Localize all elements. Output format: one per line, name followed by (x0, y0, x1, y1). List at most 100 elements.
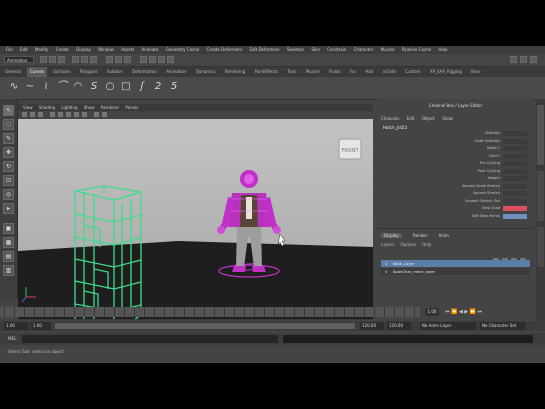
menu-skeleton[interactable]: Skeleton (287, 46, 304, 54)
curve-5-icon[interactable]: 5 (168, 81, 180, 93)
menu-file[interactable]: File (6, 46, 13, 54)
panel-menu-view[interactable]: View (23, 105, 33, 110)
range-slider[interactable] (55, 323, 355, 329)
wireframe-mode-icon[interactable] (58, 112, 63, 117)
menu-character[interactable]: Character (354, 46, 374, 54)
layer-row-mesh[interactable]: V SpanChar_mesh_layer (381, 268, 530, 275)
go-to-start-icon[interactable]: ⏮ (445, 309, 450, 315)
shelf-tab-surfaces[interactable]: Surfaces (50, 67, 73, 77)
tool-settings-toggle-icon[interactable] (530, 56, 537, 63)
layer-tab-render[interactable]: Render (413, 233, 427, 238)
shelf-tab-fluids[interactable]: Fluids (326, 67, 344, 77)
layer-tab-display[interactable]: Display (381, 233, 402, 238)
attribute-value-field[interactable] (503, 213, 527, 219)
isolate-select-icon[interactable] (94, 112, 99, 117)
shelf-tab-custom[interactable]: Custom (402, 67, 423, 77)
mel-label[interactable]: MEL (8, 335, 16, 343)
shelf-tab-rendering[interactable]: Rendering (222, 67, 248, 77)
layer-menu-options[interactable]: Options (401, 242, 416, 247)
play-backwards-icon[interactable]: ◀ (459, 309, 463, 315)
shelf-tab-hair[interactable]: Hair (363, 67, 377, 77)
shelf-tab-polygons[interactable]: Polygons (77, 67, 101, 77)
scene-render[interactable]: FRONT (18, 119, 373, 319)
viewport-3d[interactable]: FRONT (18, 119, 373, 319)
menu-modify[interactable]: Modify (35, 46, 48, 54)
attribute-row[interactable]: Weight (381, 175, 530, 183)
select-tool-icon[interactable]: ↖ (3, 105, 14, 116)
menu-help[interactable]: Help (438, 46, 447, 54)
command-input[interactable] (22, 335, 278, 343)
anim-layer-selector[interactable]: No Anim Layer (420, 322, 476, 330)
manipulator-tool-icon[interactable]: ◎ (3, 189, 14, 200)
channel-menu-object[interactable]: Object (422, 116, 435, 121)
menu-skin[interactable]: Skin (311, 46, 320, 54)
shelf-tab-dynamics[interactable]: Dynamics (193, 67, 219, 77)
channel-menu-edit[interactable]: Edit (407, 116, 415, 121)
render-icon[interactable] (149, 56, 156, 63)
attribute-value-field[interactable] (503, 198, 527, 204)
grid-toggle-icon[interactable] (50, 112, 55, 117)
attribute-row[interactable]: Visibility (381, 130, 530, 138)
menu-muscle[interactable]: Muscle (381, 46, 395, 54)
menu-display[interactable]: Display (76, 46, 91, 54)
shelf-tab-fur[interactable]: Fur (347, 67, 359, 77)
four-view-layout-icon[interactable]: ▦ (3, 237, 14, 248)
layer-tab-anim[interactable]: Anim (439, 233, 449, 238)
character-set-selector[interactable]: No Character Set (480, 322, 526, 330)
current-frame-field[interactable]: 1.00 (425, 308, 439, 316)
panel-menu-lighting[interactable]: Lighting (61, 105, 77, 110)
attribute-value-field[interactable] (503, 131, 527, 136)
layer-menu-layers[interactable]: Layers (381, 242, 394, 247)
attribute-row[interactable]: Stiff Step Points (381, 213, 530, 221)
layer-row-walk[interactable]: V Walk_Layer (381, 260, 530, 267)
lasso-tool-icon[interactable]: ◌ (3, 119, 14, 130)
move-tool-icon[interactable]: ✥ (3, 147, 14, 158)
menu-edit[interactable]: Edit (20, 46, 28, 54)
xray-icon[interactable] (102, 112, 107, 117)
menu-create-deformers[interactable]: Create Deformers (207, 46, 243, 54)
attribute-value-field[interactable] (503, 168, 527, 174)
go-to-end-icon[interactable]: ⏭ (478, 309, 483, 315)
playback-start-field[interactable]: 1.00 (31, 322, 51, 330)
bookmark-icon[interactable] (38, 112, 43, 117)
select-hierarchy-icon[interactable] (72, 56, 79, 63)
ep-curve-icon[interactable]: ∼ (24, 81, 36, 93)
attribute-value-field[interactable] (503, 153, 527, 159)
channel-menu-show[interactable]: Show (442, 116, 453, 121)
step-back-icon[interactable]: ⏪ (451, 309, 457, 315)
shelf-tab-toon[interactable]: Toon (284, 67, 299, 77)
layer-menu-help[interactable]: Help (422, 242, 431, 247)
circle-curve-icon[interactable]: ○ (104, 81, 116, 93)
snap-point-icon[interactable] (124, 56, 131, 63)
snap-grid-icon[interactable] (106, 56, 113, 63)
bezier-curve-icon[interactable]: S (88, 81, 100, 93)
channel-menu-channels[interactable]: Channels (381, 116, 400, 121)
panel-menu-show[interactable]: Show (84, 105, 95, 110)
attribute-row[interactable]: Squash Scale Stretch (381, 183, 530, 191)
menu-edit-deformers[interactable]: Edit Deformers (249, 46, 279, 54)
shelf-tab-painteffects[interactable]: PaintEffects (252, 67, 282, 77)
shelf-tab-muscle[interactable]: Muscle (303, 67, 323, 77)
menu-create[interactable]: Create (56, 46, 69, 54)
attribute-value-field[interactable] (503, 206, 527, 211)
panel-menu-renderer[interactable]: Renderer (101, 105, 119, 110)
shelf-tab-curves[interactable]: Curves (27, 67, 47, 77)
attribute-row[interactable]: Fold Y (381, 153, 530, 161)
paint-select-tool-icon[interactable]: ✎ (3, 133, 14, 144)
playback-end-field[interactable]: 120.00 (360, 322, 384, 330)
attribute-value-field[interactable] (503, 138, 527, 144)
view-cube[interactable]: FRONT (338, 138, 362, 160)
rotate-tool-icon[interactable]: ↻ (3, 161, 14, 172)
layer-visibility-toggle[interactable]: V (385, 269, 388, 274)
attribute-row[interactable]: Step Grad (381, 205, 530, 213)
text-curve-icon[interactable]: ʃ (136, 81, 148, 93)
attribute-value-field[interactable] (503, 191, 527, 196)
save-scene-icon[interactable] (58, 56, 65, 63)
select-component-icon[interactable] (90, 56, 97, 63)
single-perspective-layout-icon[interactable]: ▣ (3, 223, 14, 234)
channel-box-side-tab[interactable] (537, 105, 544, 165)
tool-settings-side-tab[interactable] (537, 227, 544, 267)
textured-icon[interactable] (74, 112, 79, 117)
menu-animate[interactable]: Animate (142, 46, 159, 54)
attribute-value-field[interactable] (503, 161, 527, 166)
